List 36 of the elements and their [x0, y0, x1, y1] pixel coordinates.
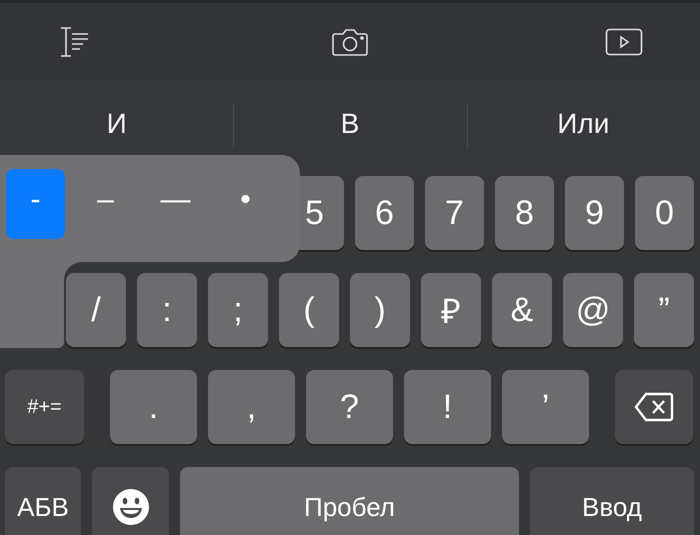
emoji-key[interactable]: [92, 467, 169, 535]
key[interactable]: 6: [355, 176, 414, 250]
backspace-icon: [634, 392, 674, 422]
key[interactable]: @: [563, 273, 623, 347]
return-key[interactable]: Ввод: [530, 467, 694, 535]
camera-icon[interactable]: [330, 26, 368, 56]
key[interactable]: ”: [634, 273, 694, 347]
key[interactable]: ,: [208, 370, 295, 444]
key[interactable]: :: [137, 273, 197, 347]
key[interactable]: ): [350, 273, 410, 347]
video-icon[interactable]: [605, 28, 643, 56]
key[interactable]: 7: [425, 176, 484, 250]
delete-key[interactable]: [615, 370, 693, 444]
key[interactable]: 0: [635, 176, 694, 250]
key[interactable]: ₽: [421, 273, 481, 347]
key[interactable]: !: [404, 370, 491, 444]
accent-option[interactable]: -: [6, 169, 65, 239]
accent-option[interactable]: •: [216, 169, 275, 239]
key[interactable]: (: [279, 273, 339, 347]
key[interactable]: ?: [306, 370, 393, 444]
suggestion[interactable]: И: [106, 108, 127, 140]
smiley-icon: [112, 488, 150, 526]
key[interactable]: ;: [208, 273, 268, 347]
suggestion[interactable]: Или: [557, 108, 610, 140]
accent-option[interactable]: –: [76, 169, 135, 239]
key[interactable]: 9: [565, 176, 624, 250]
key[interactable]: .: [110, 370, 197, 444]
key[interactable]: ’: [502, 370, 589, 444]
key[interactable]: 8: [495, 176, 554, 250]
accent-option[interactable]: —: [146, 169, 205, 239]
key[interactable]: &: [492, 273, 552, 347]
suggestion[interactable]: В: [340, 108, 360, 140]
key[interactable]: /: [66, 273, 126, 347]
space-key[interactable]: Пробел: [180, 467, 519, 535]
mode-key[interactable]: #+=: [5, 370, 84, 444]
mode-key[interactable]: АБВ: [5, 467, 81, 535]
